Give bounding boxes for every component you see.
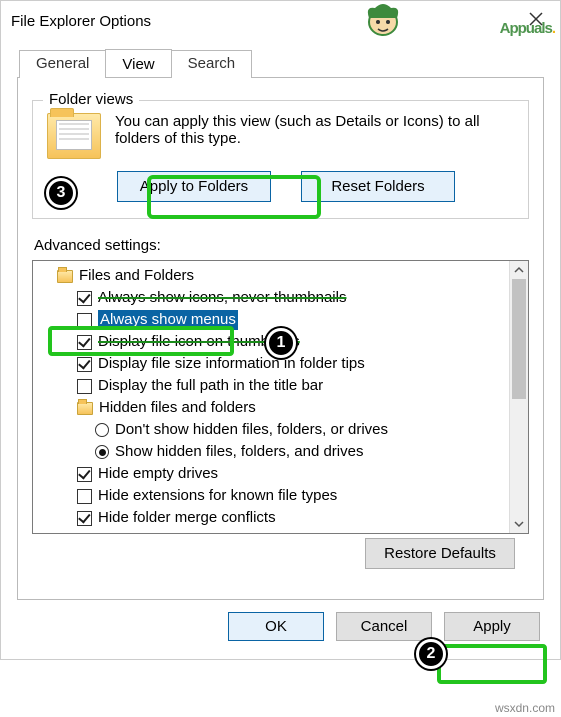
- checkbox-icon[interactable]: [77, 291, 92, 306]
- opt-file-size-tips[interactable]: Display file size information in folder …: [37, 353, 507, 375]
- opt-always-icons[interactable]: Always show icons, never thumbnails: [37, 287, 507, 309]
- opt-show-hidden[interactable]: Show hidden files, folders, and drives: [37, 441, 507, 463]
- tab-general[interactable]: General: [19, 50, 106, 78]
- tab-strip: General View Search: [19, 49, 560, 77]
- opt-label: Don't show hidden files, folders, or dri…: [115, 420, 388, 440]
- dialog-window: File Explorer Options General View Searc…: [0, 0, 561, 660]
- checkbox-icon[interactable]: [77, 313, 92, 328]
- scrollbar[interactable]: [509, 261, 528, 533]
- advanced-settings-list[interactable]: Files and Folders Always show icons, nev…: [32, 260, 529, 534]
- scroll-down-button[interactable]: [510, 515, 528, 533]
- close-button[interactable]: [522, 9, 550, 33]
- tree-root-label: Files and Folders: [79, 266, 194, 286]
- opt-label: Hide extensions for known file types: [98, 486, 337, 506]
- opt-label: Show hidden files, folders, and drives: [115, 442, 363, 462]
- tree-content: Files and Folders Always show icons, nev…: [33, 261, 509, 533]
- chevron-up-icon: [514, 265, 524, 275]
- opt-always-menus[interactable]: Always show menus: [37, 309, 507, 331]
- advanced-settings-label: Advanced settings:: [34, 237, 529, 254]
- checkbox-icon[interactable]: [77, 379, 92, 394]
- tree-hidden-files: Hidden files and folders: [37, 397, 507, 419]
- tree-root: Files and Folders: [37, 265, 507, 287]
- opt-label: Display file size information in folder …: [98, 354, 365, 374]
- tab-search[interactable]: Search: [171, 50, 253, 78]
- opt-label: Always show icons, never thumbnails: [98, 288, 346, 308]
- chevron-down-icon: [514, 519, 524, 529]
- apply-to-folders-button[interactable]: Apply to Folders: [117, 171, 271, 202]
- opt-hide-empty-drives[interactable]: Hide empty drives: [37, 463, 507, 485]
- opt-hide-merge-conflicts[interactable]: Hide folder merge conflicts: [37, 507, 507, 529]
- opt-label: Hide protected operating system files (R…: [98, 530, 461, 533]
- window-title: File Explorer Options: [11, 13, 151, 30]
- checkbox-icon[interactable]: [77, 511, 92, 526]
- cancel-button[interactable]: Cancel: [336, 612, 432, 641]
- reset-folders-button[interactable]: Reset Folders: [301, 171, 455, 202]
- close-icon: [528, 11, 544, 27]
- apply-button[interactable]: Apply: [444, 612, 540, 641]
- opt-hide-protected-os[interactable]: Hide protected operating system files (R…: [37, 529, 507, 533]
- opt-label: Hide folder merge conflicts: [98, 508, 276, 528]
- opt-hide-extensions[interactable]: Hide extensions for known file types: [37, 485, 507, 507]
- opt-dont-show-hidden[interactable]: Don't show hidden files, folders, or dri…: [37, 419, 507, 441]
- radio-icon[interactable]: [95, 423, 109, 437]
- folder-icon: [57, 270, 73, 283]
- opt-label: Display the full path in the title bar: [98, 376, 323, 396]
- checkbox-icon[interactable]: [77, 489, 92, 504]
- folder-views-group: Folder views You can apply this view (su…: [32, 100, 529, 219]
- radio-icon[interactable]: [95, 445, 109, 459]
- checkbox-icon[interactable]: [77, 357, 92, 372]
- opt-label: Hidden files and folders: [99, 398, 256, 418]
- folder-icon: [77, 402, 93, 415]
- folder-views-legend: Folder views: [43, 91, 139, 108]
- restore-defaults-button[interactable]: Restore Defaults: [365, 538, 515, 569]
- opt-label: Always show menus: [98, 310, 238, 330]
- folder-views-desc: You can apply this view (such as Details…: [115, 113, 514, 159]
- opt-full-path-title[interactable]: Display the full path in the title bar: [37, 375, 507, 397]
- source-mark: wsxdn.com: [495, 701, 555, 715]
- scroll-up-button[interactable]: [510, 261, 528, 279]
- tab-view[interactable]: View: [105, 49, 171, 77]
- checkbox-icon[interactable]: [77, 533, 92, 534]
- ok-button[interactable]: OK: [228, 612, 324, 641]
- checkbox-icon[interactable]: [77, 467, 92, 482]
- checkbox-icon[interactable]: [77, 335, 92, 350]
- opt-display-icon-thumb[interactable]: Display file icon on thumbnails: [37, 331, 507, 353]
- opt-label: Display file icon on thumbnails: [98, 332, 300, 352]
- folder-icon: [47, 113, 101, 159]
- tab-panel-view: Folder views You can apply this view (su…: [17, 77, 544, 600]
- scroll-thumb[interactable]: [512, 279, 526, 399]
- titlebar: File Explorer Options: [1, 1, 560, 39]
- opt-label: Hide empty drives: [98, 464, 218, 484]
